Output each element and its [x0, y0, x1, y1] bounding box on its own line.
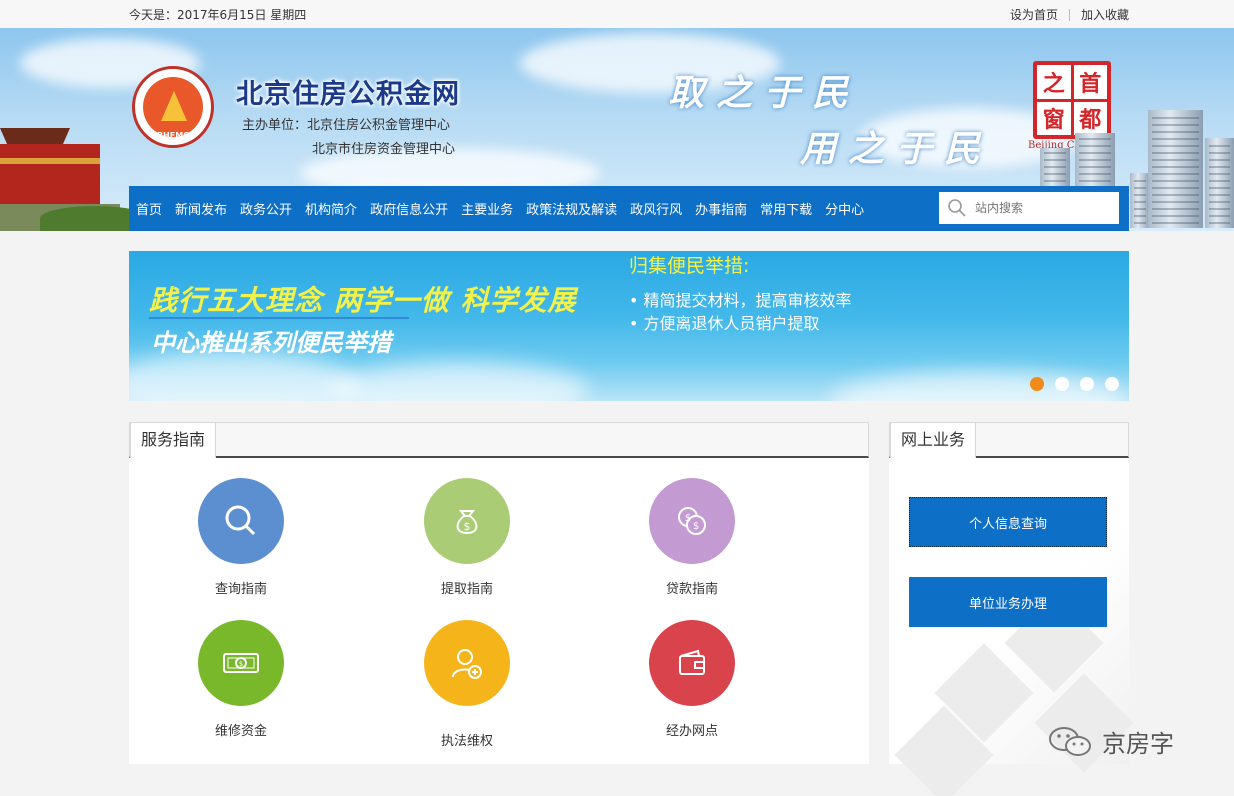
user-add-icon [424, 620, 510, 706]
service-service-points[interactable]: 经办网点 [622, 620, 762, 739]
nav-item-affairs[interactable]: 政务公开 [240, 199, 292, 218]
sponsor-line-2: 北京市住房资金管理中心 [312, 142, 456, 157]
slogan-line-2: 用之于民 [800, 128, 993, 170]
carousel-dot[interactable] [1055, 377, 1069, 391]
site-logo[interactable]: BHFMC [132, 66, 214, 148]
banner-subheadline: 中心推出系列便民举措 [151, 329, 391, 357]
panel-body: 个人信息查询 单位业务办理 [889, 458, 1134, 796]
seal-char: 都 [1073, 101, 1107, 135]
hero-banner: 践行五大理念 两学一做 科学发展 中心推出系列便民举措 归集便民举措: 精简提交… [129, 251, 1129, 401]
nav-item-branches[interactable]: 分中心 [825, 199, 864, 218]
wallet-icon [649, 620, 735, 706]
carousel-dots [1030, 377, 1119, 391]
capital-window-seal: 之 首 窗 都 [1033, 61, 1111, 139]
svg-text:$: $ [685, 513, 691, 524]
add-favorite-link[interactable]: 加入收藏 [1081, 6, 1129, 23]
service-label: 查询指南 [214, 582, 267, 597]
nav-item-downloads[interactable]: 常用下载 [760, 199, 812, 218]
svg-text:$: $ [693, 521, 699, 532]
service-maintenance-fund[interactable]: $ 维修资金 [171, 620, 311, 739]
nav-item-guide[interactable]: 办事指南 [695, 199, 747, 218]
service-query-guide[interactable]: 查询指南 [171, 478, 311, 597]
service-label: 维修资金 [214, 724, 267, 739]
coins-icon: $ $ [649, 478, 735, 564]
sponsor-line-1: 主办单位：北京住房公积金管理中心 [242, 118, 451, 133]
service-label: 经办网点 [665, 724, 718, 739]
banner-headline: 践行五大理念 两学一做 科学发展 [149, 284, 577, 317]
slogan-line-1: 取之于民 [668, 72, 861, 114]
nav-items: 首页 新闻发布 政务公开 机构简介 政府信息公开 主要业务 政策法规及解读 政风… [129, 199, 877, 218]
search-icon[interactable] [947, 198, 967, 218]
seal-char: 窗 [1037, 101, 1071, 135]
panel-title: 网上业务 [890, 422, 977, 458]
service-guide-panel: 服务指南 查询指南 $ 提取指南 $ $ 贷款指南 $ 维修资金 执法维权 经办… [129, 422, 869, 764]
banner-measure: 方便离退休人员销户提取 [629, 310, 820, 334]
nav-item-conduct[interactable]: 政风行风 [630, 199, 682, 218]
divider [1068, 8, 1070, 21]
service-loan-guide[interactable]: $ $ 贷款指南 [622, 478, 762, 597]
panel-header: 服务指南 [129, 422, 869, 458]
service-law-enforcement[interactable]: 执法维权 [397, 620, 537, 749]
building-illustration [1130, 173, 1150, 228]
current-date: 今天是：2017年6月15日 星期四 [129, 8, 307, 22]
cloud-decoration [329, 361, 589, 401]
main-nav: 首页 新闻发布 政务公开 机构简介 政府信息公开 主要业务 政策法规及解读 政风… [129, 186, 1129, 231]
banknote-icon: $ [198, 620, 284, 706]
search-input[interactable] [975, 201, 1115, 215]
unit-business-button[interactable]: 单位业务办理 [909, 577, 1107, 627]
svg-text:$: $ [239, 660, 243, 668]
banner-underline [149, 317, 409, 319]
wechat-icon [1049, 726, 1091, 756]
nav-item-home[interactable]: 首页 [136, 199, 162, 218]
search-icon [198, 478, 284, 564]
svg-text:$: $ [464, 520, 471, 533]
building-illustration [1205, 138, 1234, 228]
wechat-watermark: 京房字 [1048, 724, 1174, 759]
nav-item-policy[interactable]: 政策法规及解读 [526, 199, 617, 218]
nav-item-business[interactable]: 主要业务 [461, 199, 513, 218]
nav-item-about[interactable]: 机构简介 [305, 199, 357, 218]
service-label: 执法维权 [440, 734, 493, 749]
service-label: 提取指南 [440, 582, 493, 597]
service-label: 贷款指南 [665, 582, 718, 597]
money-bag-icon: $ [424, 478, 510, 564]
panel-title: 服务指南 [130, 422, 217, 458]
cloud-decoration [129, 351, 359, 401]
nav-item-news[interactable]: 新闻发布 [175, 199, 227, 218]
site-title: 北京住房公积金网 [236, 79, 460, 110]
top-bar: 今天是：2017年6月15日 星期四 设为首页 加入收藏 [0, 0, 1234, 28]
building-illustration [1148, 110, 1203, 228]
set-homepage-link[interactable]: 设为首页 [1010, 6, 1058, 23]
banner-measure: 精简提交材料，提高审核效率 [629, 287, 852, 311]
seal-char: 首 [1073, 65, 1107, 99]
logo-code: BHFMC [156, 131, 190, 140]
seal-char: 之 [1037, 65, 1071, 99]
panel-header: 网上业务 [889, 422, 1129, 458]
carousel-dot[interactable] [1080, 377, 1094, 391]
banner-measures-title: 归集便民举措: [629, 255, 750, 277]
carousel-dot[interactable] [1105, 377, 1119, 391]
carousel-dot[interactable] [1030, 377, 1044, 391]
site-search [939, 192, 1119, 224]
top-links: 设为首页 加入收藏 [1010, 6, 1129, 23]
service-withdraw-guide[interactable]: $ 提取指南 [397, 478, 537, 597]
watermark-text: 京房字 [1102, 730, 1174, 758]
online-business-panel: 网上业务 个人信息查询 单位业务办理 [889, 422, 1134, 796]
nav-item-gov-info[interactable]: 政府信息公开 [370, 199, 448, 218]
personal-info-query-button[interactable]: 个人信息查询 [909, 497, 1107, 547]
